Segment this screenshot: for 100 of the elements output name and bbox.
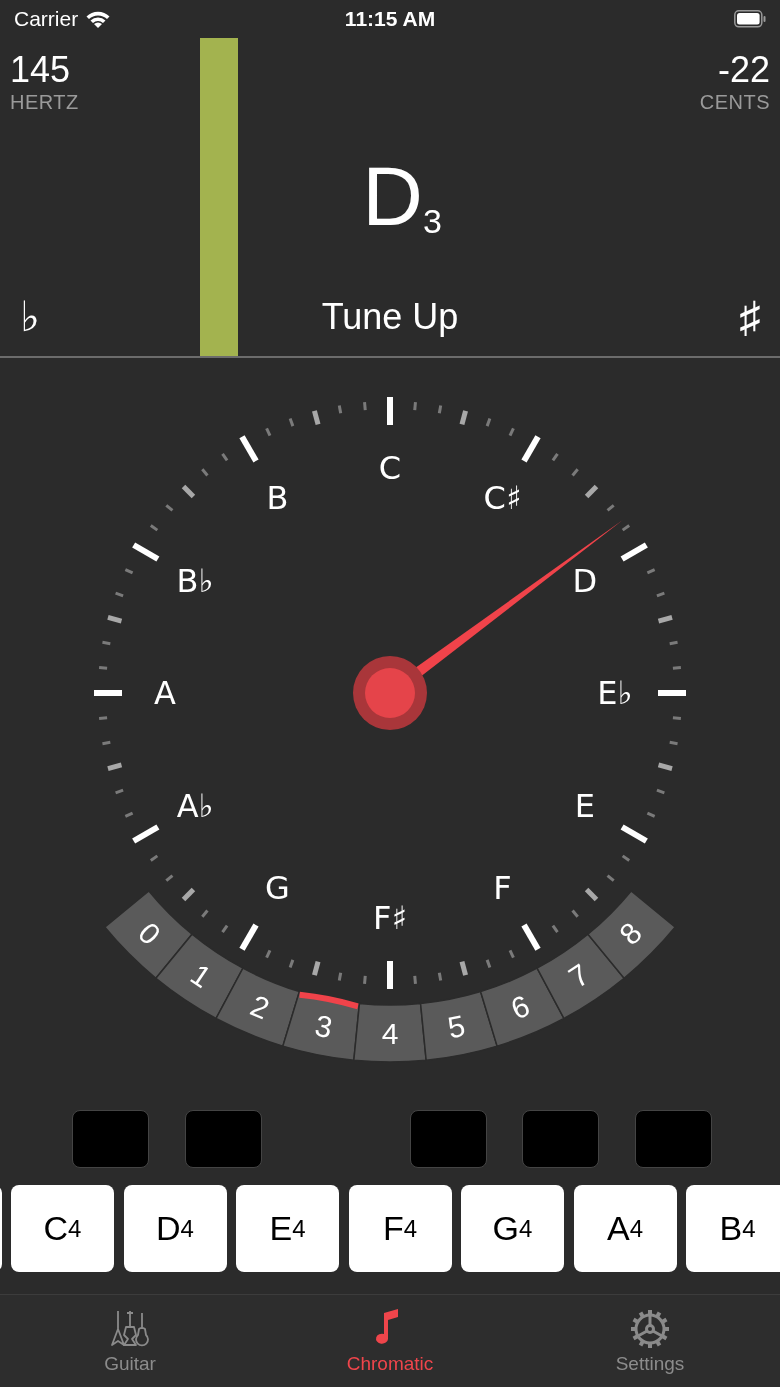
clock-time: 11:15 AM bbox=[344, 7, 436, 31]
tick-mark bbox=[508, 949, 515, 959]
note-label: C♯ bbox=[483, 479, 522, 518]
tick-mark bbox=[239, 435, 259, 463]
note-label: D bbox=[572, 561, 598, 600]
tick-mark bbox=[669, 640, 678, 646]
tick-mark bbox=[672, 666, 681, 670]
tick-mark bbox=[485, 418, 492, 427]
tick-mark bbox=[115, 591, 124, 598]
tick-mark bbox=[312, 960, 321, 976]
note-label: C bbox=[378, 449, 402, 487]
tick-mark bbox=[551, 924, 559, 934]
tick-mark bbox=[265, 427, 272, 437]
note-label: E♭ bbox=[597, 674, 633, 712]
tick-mark bbox=[571, 909, 579, 918]
tick-mark bbox=[646, 568, 656, 575]
frequency-unit: HERTZ bbox=[10, 90, 79, 114]
sharp-key[interactable] bbox=[409, 1110, 487, 1168]
tick-mark bbox=[201, 468, 209, 477]
tick-mark bbox=[221, 924, 229, 934]
tick-mark bbox=[288, 959, 295, 968]
frequency-value: 145 bbox=[10, 50, 71, 90]
tick-mark bbox=[521, 923, 541, 951]
guitars-icon bbox=[110, 1309, 150, 1349]
carrier-name: Carrier bbox=[14, 7, 79, 31]
tick-mark bbox=[621, 524, 631, 532]
tab-item[interactable]: Settings bbox=[550, 1295, 750, 1387]
octave-segment[interactable]: 6 bbox=[479, 967, 565, 1047]
detected-note: D$_{3}$ bbox=[361, 147, 442, 245]
tick-mark bbox=[337, 972, 343, 981]
tick-mark bbox=[221, 452, 229, 462]
tick-mark bbox=[657, 762, 673, 771]
tick-mark bbox=[94, 690, 122, 696]
tick-mark bbox=[288, 418, 295, 427]
tick-mark bbox=[413, 975, 417, 984]
tick-mark bbox=[669, 740, 678, 746]
tick-mark bbox=[459, 960, 468, 976]
tick-mark bbox=[621, 854, 631, 862]
octave-segment[interactable]: 8 bbox=[587, 890, 676, 979]
sharp-key[interactable] bbox=[184, 1110, 262, 1168]
sharp-key[interactable] bbox=[522, 1110, 599, 1168]
tick-mark bbox=[672, 716, 681, 720]
tick-mark bbox=[181, 484, 196, 499]
note-label: A♭ bbox=[176, 786, 214, 825]
tick-mark bbox=[521, 435, 541, 463]
flat-sign: ♭ bbox=[19, 292, 41, 342]
tick-mark bbox=[658, 690, 686, 696]
tick-mark bbox=[201, 909, 209, 918]
tick-mark bbox=[387, 961, 393, 989]
tick-mark bbox=[337, 405, 343, 414]
tick-mark bbox=[115, 788, 124, 795]
tick-mark bbox=[149, 524, 159, 532]
tick-mark bbox=[239, 923, 259, 951]
battery-icon bbox=[734, 10, 766, 28]
tick-mark bbox=[437, 405, 443, 414]
cents-unit: CENTS bbox=[699, 90, 770, 114]
tick-mark bbox=[413, 402, 417, 411]
tick-mark bbox=[107, 762, 123, 771]
cents-value: -22 bbox=[717, 50, 770, 90]
tab-item[interactable]: Guitar bbox=[30, 1295, 230, 1387]
tick-mark bbox=[165, 874, 174, 882]
octave-segment[interactable]: 2 bbox=[215, 967, 301, 1047]
sharp-key[interactable] bbox=[634, 1110, 712, 1168]
tick-mark bbox=[656, 788, 665, 795]
tick-mark bbox=[656, 591, 665, 598]
tick-mark bbox=[99, 716, 108, 720]
tick-mark bbox=[124, 811, 134, 818]
note-label: A bbox=[154, 674, 176, 712]
tick-mark bbox=[459, 410, 468, 426]
tick-mark bbox=[363, 402, 367, 411]
tab-item[interactable]: Chromatic bbox=[290, 1295, 490, 1387]
tick-mark bbox=[312, 410, 321, 426]
tick-mark bbox=[646, 811, 656, 818]
tick-mark bbox=[508, 427, 515, 437]
tick-mark bbox=[571, 468, 579, 477]
sharp-key[interactable] bbox=[72, 1110, 149, 1168]
tick-mark bbox=[181, 887, 196, 902]
gear-icon bbox=[630, 1309, 670, 1349]
tick-mark bbox=[124, 568, 134, 575]
tick-mark bbox=[149, 854, 159, 862]
tick-mark bbox=[102, 740, 111, 746]
tick-mark bbox=[437, 972, 443, 981]
tuning-hint: Tune Up bbox=[321, 295, 459, 339]
tick-mark bbox=[606, 874, 615, 882]
tick-mark bbox=[132, 542, 160, 562]
note-label: B♭ bbox=[176, 561, 214, 600]
note-label: F bbox=[493, 868, 512, 907]
tick-mark bbox=[132, 824, 160, 844]
tick-mark bbox=[620, 542, 648, 562]
tick-mark bbox=[363, 975, 367, 984]
octave-segment[interactable]: 0 bbox=[104, 890, 193, 979]
note-label: F♯ bbox=[373, 899, 407, 937]
tick-mark bbox=[551, 452, 559, 462]
tick-mark bbox=[387, 397, 393, 425]
octave-segment[interactable]: 5 bbox=[419, 990, 498, 1061]
note-label: G bbox=[265, 868, 290, 907]
tick-mark bbox=[606, 504, 615, 512]
note-label: E bbox=[574, 786, 595, 825]
tick-mark bbox=[102, 640, 111, 646]
tick-mark bbox=[620, 824, 648, 844]
